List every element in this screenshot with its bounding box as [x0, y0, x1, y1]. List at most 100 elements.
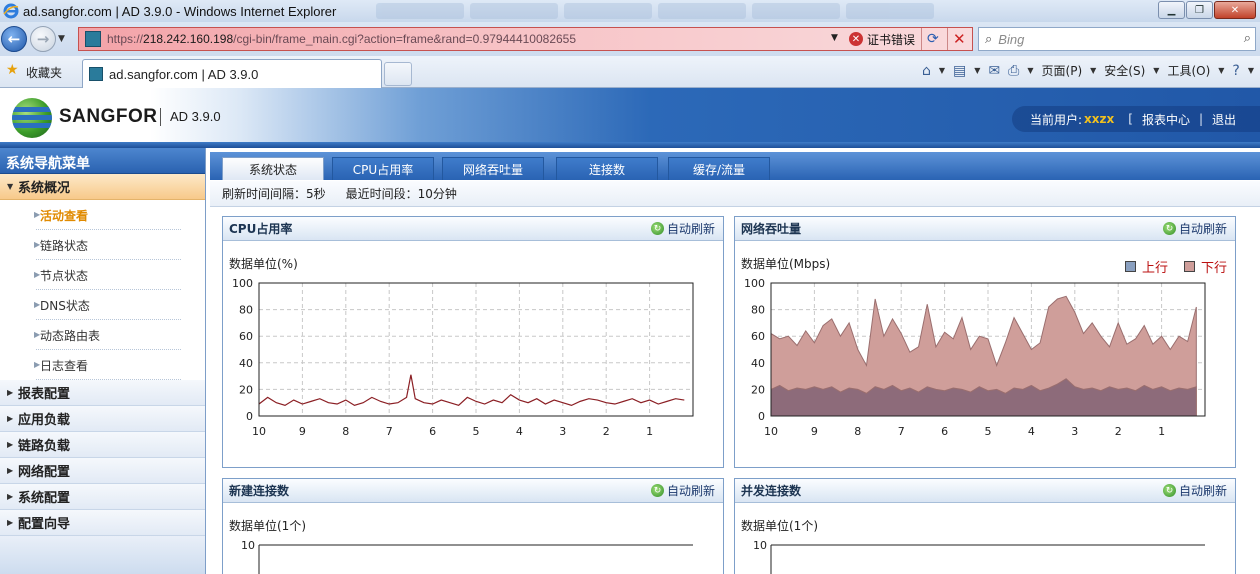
report-center-link[interactable]: 报表中心 — [1142, 111, 1190, 128]
stop-icon[interactable]: ✕ — [953, 30, 966, 48]
search-input[interactable]: ⌕ Bing ⌕ — [978, 27, 1256, 51]
y-tick-label: 0 — [246, 410, 253, 423]
concurrent-connections-chart: 10 — [753, 539, 1205, 574]
refresh-icon[interactable]: ⟳ — [927, 31, 939, 47]
certificate-error-button[interactable]: ✕ 证书错误 — [849, 28, 915, 50]
sidebar-item-label: 节点状态 — [40, 268, 89, 283]
tools-menu[interactable]: 工具(O) — [1167, 62, 1210, 79]
address-input[interactable]: https://218.242.160.198/cgi-bin/frame_ma… — [78, 27, 973, 51]
tab[interactable]: 缓存/流量 — [668, 157, 770, 180]
x-tick-label: 9 — [299, 425, 306, 438]
arrow-right-icon: ▶ — [34, 270, 41, 279]
y-tick-label: 100 — [744, 277, 765, 290]
sidebar: 系统导航菜单 ▼ 系统概况 ▶ 活动查看 ▶ 链路状态 ▶ 节点状态 ▶ DNS状态 ▶ 动态路由… — [0, 148, 206, 574]
sidebar-footer — [0, 536, 205, 574]
sidebar-group-label: 报表配置 — [18, 387, 71, 402]
sidebar-item[interactable]: ▶ 动态路由表 — [0, 320, 205, 350]
tab[interactable]: 网络吞吐量 — [442, 157, 544, 180]
tab-title: ad.sangfor.com | AD 3.9.0 — [109, 66, 259, 82]
browser-tab[interactable]: ad.sangfor.com | AD 3.9.0 — [82, 59, 382, 88]
x-tick-label: 2 — [603, 425, 610, 438]
current-user-name: xxzx — [1084, 112, 1115, 126]
x-tick-label: 8 — [854, 425, 861, 438]
sidebar-item[interactable]: ▶ 活动查看 — [0, 200, 205, 230]
x-tick-label: 3 — [559, 425, 566, 438]
arrow-right-icon: ▶ — [34, 300, 41, 309]
arrow-right-icon: ▶ — [34, 330, 41, 339]
caret-right-icon: ▶ — [7, 388, 14, 397]
y-tick-label: 80 — [751, 304, 765, 317]
sidebar-item[interactable]: ▶ DNS状态 — [0, 290, 205, 320]
cpu-chart: 0 20 40 60 80 100 10 9 8 7 6 5 4 3 2 1 — [232, 277, 694, 438]
sidebar-group-label: 应用负载 — [18, 413, 71, 428]
tab-strip: 系统状态 CPU占用率 网络吞吐量 连接数 缓存/流量 — [210, 152, 1260, 180]
sidebar-item[interactable]: ▶ 节点状态 — [0, 260, 205, 290]
cert-error-label: 证书错误 — [867, 32, 916, 47]
ie-logo-icon — [3, 3, 19, 19]
sidebar-group-overview[interactable]: ▼ 系统概况 — [0, 174, 205, 200]
new-tab-button[interactable] — [384, 62, 412, 86]
x-tick-label: 4 — [1028, 425, 1035, 438]
back-button[interactable]: ← — [1, 26, 27, 52]
x-tick-label: 1 — [646, 425, 653, 438]
y-tick-label: 20 — [751, 383, 765, 396]
search-icon[interactable]: ⌕ — [1244, 31, 1251, 46]
sidebar-group[interactable]: ▶ 系统配置 — [0, 484, 205, 510]
window-title: ad.sangfor.com | AD 3.9.0 - Windows Inte… — [23, 3, 337, 19]
app-version: AD 3.9.0 — [170, 109, 221, 124]
y-tick-label: 100 — [232, 277, 253, 290]
forward-button[interactable]: → — [30, 26, 56, 52]
x-tick-label: 5 — [473, 425, 480, 438]
print-icon[interactable]: ⎙ — [1008, 63, 1019, 79]
safety-menu[interactable]: 安全(S) — [1104, 62, 1145, 79]
cpu-panel: CPU占用率 ↻ 自动刷新 数据单位(%) 0 20 40 60 80 100 10 9 8 7 6 5… — [222, 216, 724, 468]
url-text: https://218.242.160.198/cgi-bin/frame_ma… — [107, 32, 576, 46]
y-tick-label: 20 — [239, 383, 253, 396]
sidebar-item[interactable]: ▶ 链路状态 — [0, 230, 205, 260]
url-prefix: https:// — [107, 32, 144, 46]
refresh-interval: 刷新时间间隔：5秒 — [222, 187, 326, 201]
y-tick-label: 10 — [753, 539, 767, 552]
history-dropdown-icon[interactable]: ▼ — [58, 34, 65, 44]
search-provider-icon: ⌕ — [985, 31, 993, 47]
y-tick-label: 60 — [239, 330, 253, 343]
sidebar-group-label: 系统概况 — [18, 181, 71, 196]
sangfor-logo-icon — [12, 98, 52, 138]
command-bar: ⌂ ▼ ▤ ▼ ✉ ⎙ ▼ 页面(P) ▼ 安全(S) ▼ 工具(O) ▼ ? ▼ — [922, 62, 1254, 79]
sidebar-item[interactable]: ▶ 日志查看 — [0, 350, 205, 380]
y-tick-label: 80 — [239, 304, 253, 317]
sidebar-item-label: 动态路由表 — [40, 328, 101, 343]
favorites-button[interactable]: 收藏夹 — [26, 64, 62, 81]
tab-favicon-icon — [89, 67, 103, 81]
restore-button[interactable]: ❐ — [1186, 1, 1213, 19]
x-tick-label: 10 — [764, 425, 778, 438]
x-tick-label: 10 — [252, 425, 266, 438]
sidebar-group[interactable]: ▶ 报表配置 — [0, 380, 205, 406]
x-tick-label: 5 — [985, 425, 992, 438]
home-icon[interactable]: ⌂ — [922, 63, 931, 79]
tab[interactable]: CPU占用率 — [332, 157, 434, 180]
new-connections-chart: 10 — [241, 539, 693, 574]
caret-right-icon: ▶ — [7, 492, 14, 501]
favorites-star-icon[interactable]: ★ — [6, 62, 19, 78]
logout-link[interactable]: 退出 — [1212, 111, 1236, 128]
caret-down-icon: ▼ — [7, 182, 14, 191]
tab[interactable]: 连接数 — [556, 157, 658, 180]
sidebar-group[interactable]: ▶ 链路负载 — [0, 432, 205, 458]
sidebar-group[interactable]: ▶ 应用负载 — [0, 406, 205, 432]
y-tick-label: 40 — [751, 357, 765, 370]
page-menu[interactable]: 页面(P) — [1042, 62, 1083, 79]
mail-icon[interactable]: ✉ — [988, 63, 1000, 79]
close-window-button[interactable]: ✕ — [1214, 1, 1256, 19]
x-tick-label: 9 — [811, 425, 818, 438]
sidebar-group[interactable]: ▶ 网络配置 — [0, 458, 205, 484]
caret-right-icon: ▶ — [7, 414, 14, 423]
address-dropdown-icon[interactable]: ▼ — [831, 33, 838, 43]
minimize-button[interactable]: ▁ — [1158, 1, 1185, 19]
tab[interactable]: 系统状态 — [222, 157, 324, 180]
x-tick-label: 7 — [898, 425, 905, 438]
feeds-icon[interactable]: ▤ — [953, 63, 966, 79]
concurrent-connections-panel: 并发连接数 ↻ 自动刷新 数据单位(1个) 10 — [734, 478, 1236, 574]
sidebar-group[interactable]: ▶ 配置向导 — [0, 510, 205, 536]
help-icon[interactable]: ? — [1232, 63, 1239, 79]
